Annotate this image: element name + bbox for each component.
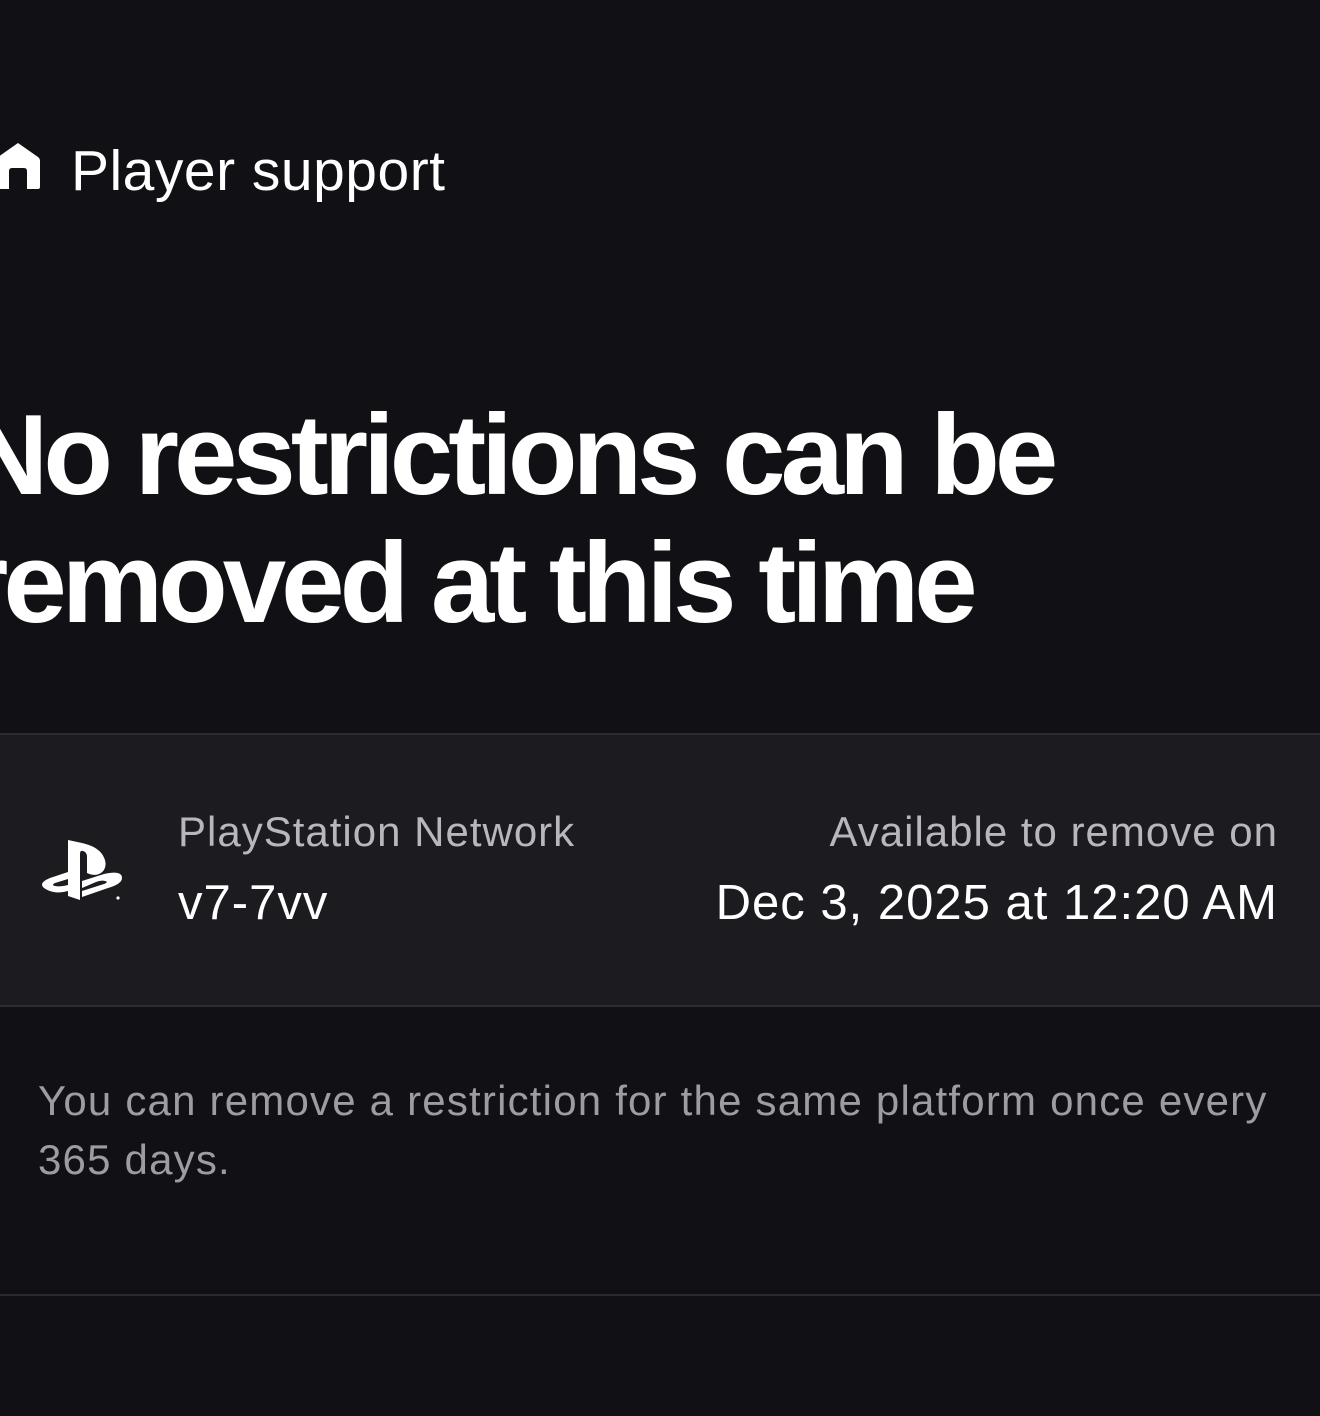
page-title-line-2: removed at this time <box>0 520 978 647</box>
page-title-line-1: No restrictions can be <box>0 392 1058 519</box>
playstation-icon <box>42 840 122 900</box>
home-icon[interactable] <box>0 137 42 193</box>
available-to-remove-date: Dec 3, 2025 at 12:20 AM <box>715 876 1278 930</box>
available-to-remove-label: Available to remove on <box>829 808 1278 855</box>
restriction-card <box>0 733 1320 1007</box>
platform-name: PlayStation Network <box>178 808 576 855</box>
restriction-policy-note-line-2: 365 days. <box>38 1136 231 1183</box>
section-divider <box>0 1294 1320 1296</box>
restriction-policy-note: You can remove a restriction for the sam… <box>38 1071 1320 1189</box>
page-title: No restrictions can be removed at this t… <box>0 392 1306 648</box>
breadcrumb-player-support-link[interactable]: Player support <box>71 138 446 204</box>
platform-account-id: v7-7vv <box>178 876 329 930</box>
restriction-policy-note-line-1: You can remove a restriction for the sam… <box>38 1077 1268 1124</box>
